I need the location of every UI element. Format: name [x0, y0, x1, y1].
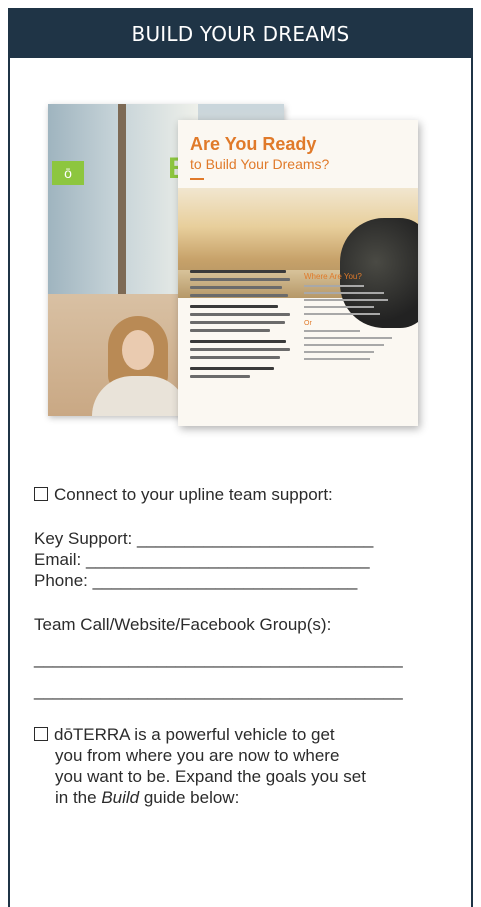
- team-call-label: Team Call/Website/Facebook Group(s):: [34, 615, 332, 634]
- woman-face: [122, 330, 154, 370]
- window-frame: [118, 104, 126, 294]
- brochure-image: ō B Are You Ready to Build Your Dreams?: [48, 96, 418, 446]
- brochure-front-page: Are You Ready to Build Your Dreams? Wher…: [178, 120, 418, 426]
- team-call-field-2[interactable]: _______________________________________: [34, 680, 403, 701]
- checklist-item-goals: dōTERRA is a powerful vehicle to get you…: [34, 724, 454, 808]
- section-title: BUILD YOUR DREAMS: [131, 22, 350, 46]
- goals-text-line2: you from where you are now to where: [55, 746, 340, 765]
- title-accent-dash: [190, 178, 204, 180]
- brochure-side-sub: Or: [304, 320, 312, 327]
- team-call-field-1[interactable]: _______________________________________: [34, 648, 403, 669]
- build-guide-name: Build: [101, 788, 140, 807]
- brochure-sidebar: Where Are You? Or: [304, 272, 404, 365]
- key-support-field[interactable]: Key Support: _________________________: [34, 528, 373, 549]
- email-field[interactable]: Email: ______________________________: [34, 549, 370, 570]
- brochure-side-title: Where Are You?: [304, 272, 362, 281]
- goals-text-line4: in the Build guide below:: [55, 788, 240, 807]
- phone-field[interactable]: Phone: ____________________________: [34, 570, 357, 591]
- goals-text-line3: you want to be. Expand the goals you set: [55, 767, 366, 786]
- woman-body: [92, 376, 188, 416]
- brochure-body-text: [190, 270, 290, 383]
- brochure-title: Are You Ready: [190, 134, 317, 154]
- goals-checkbox[interactable]: [34, 727, 48, 741]
- upline-checkbox[interactable]: [34, 487, 48, 501]
- section-header: BUILD YOUR DREAMS: [10, 10, 471, 58]
- upline-label: Connect to your upline team support:: [54, 485, 333, 504]
- page: BUILD YOUR DREAMS ō B Are You Ready to B…: [0, 0, 481, 907]
- checklist-item-upline: Connect to your upline team support:: [34, 484, 333, 505]
- brochure-subtitle: to Build Your Dreams?: [190, 156, 330, 172]
- brand-badge: ō: [52, 161, 84, 185]
- goals-text-line1: dōTERRA is a powerful vehicle to get: [54, 725, 335, 744]
